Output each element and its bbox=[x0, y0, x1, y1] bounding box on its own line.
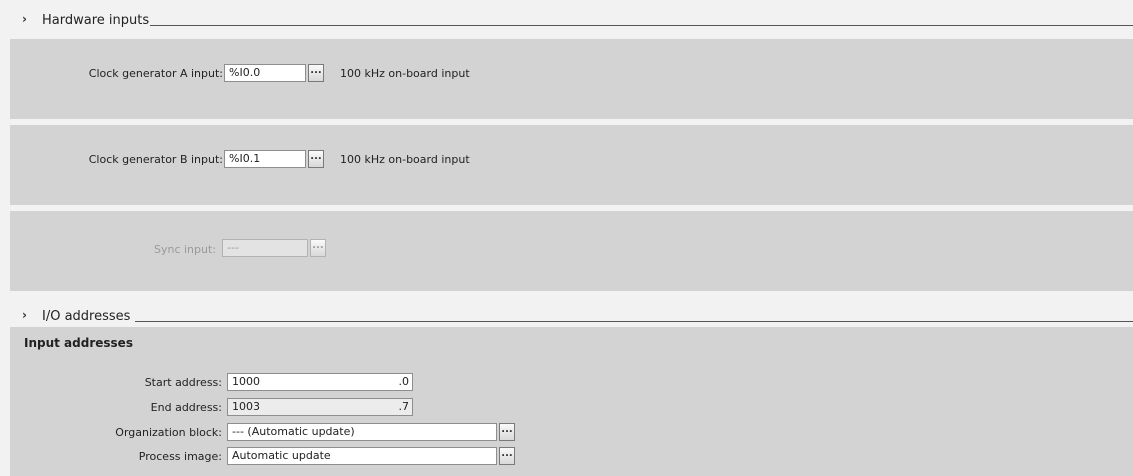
process-image-browse-button[interactable]: ... bbox=[499, 447, 515, 465]
sync-label: Sync input: bbox=[153, 243, 216, 256]
chevron-right-icon[interactable]: › bbox=[22, 12, 27, 26]
process-image-input[interactable]: Automatic update bbox=[227, 447, 497, 465]
clock-a-input[interactable]: %I0.0 bbox=[224, 64, 306, 82]
section-title: Hardware inputs bbox=[42, 13, 150, 28]
organization-block-label: Organization block: bbox=[115, 426, 222, 439]
sync-input: --- bbox=[222, 239, 308, 257]
end-address-label: End address: bbox=[150, 401, 222, 414]
section-divider bbox=[135, 321, 1133, 322]
start-address-value: 1000 bbox=[232, 375, 260, 388]
clock-b-panel: Clock generator B input: %I0.1 ... 100 k… bbox=[10, 125, 1133, 205]
clock-a-label: Clock generator A input: bbox=[88, 67, 223, 80]
clock-b-input[interactable]: %I0.1 bbox=[224, 150, 306, 168]
clock-a-panel: Clock generator A input: %I0.0 ... 100 k… bbox=[10, 39, 1133, 119]
section-title: I/O addresses bbox=[42, 309, 131, 324]
chevron-right-icon[interactable]: › bbox=[22, 308, 27, 322]
clock-a-browse-button[interactable]: ... bbox=[308, 64, 324, 82]
clock-b-description: 100 kHz on-board input bbox=[340, 153, 470, 166]
sync-browse-button: ... bbox=[310, 239, 326, 257]
end-address-field: 1003 .7 bbox=[227, 398, 413, 416]
clock-b-label: Clock generator B input: bbox=[88, 153, 223, 166]
start-address-field[interactable]: 1000 .0 bbox=[227, 373, 413, 391]
end-address-value: 1003 bbox=[232, 400, 260, 413]
hardware-inputs-header[interactable]: › Hardware inputs bbox=[0, 8, 1133, 34]
organization-block-input[interactable]: --- (Automatic update) bbox=[227, 423, 497, 441]
organization-block-browse-button[interactable]: ... bbox=[499, 423, 515, 441]
input-addresses-title: Input addresses bbox=[24, 336, 133, 350]
start-address-bit: .0 bbox=[398, 375, 410, 388]
process-image-label: Process image: bbox=[138, 450, 222, 463]
end-address-bit: .7 bbox=[398, 400, 410, 413]
clock-b-browse-button[interactable]: ... bbox=[308, 150, 324, 168]
section-divider bbox=[150, 25, 1133, 26]
sync-panel: Sync input: --- ... bbox=[10, 211, 1133, 291]
clock-a-description: 100 kHz on-board input bbox=[340, 67, 470, 80]
start-address-label: Start address: bbox=[144, 376, 222, 389]
